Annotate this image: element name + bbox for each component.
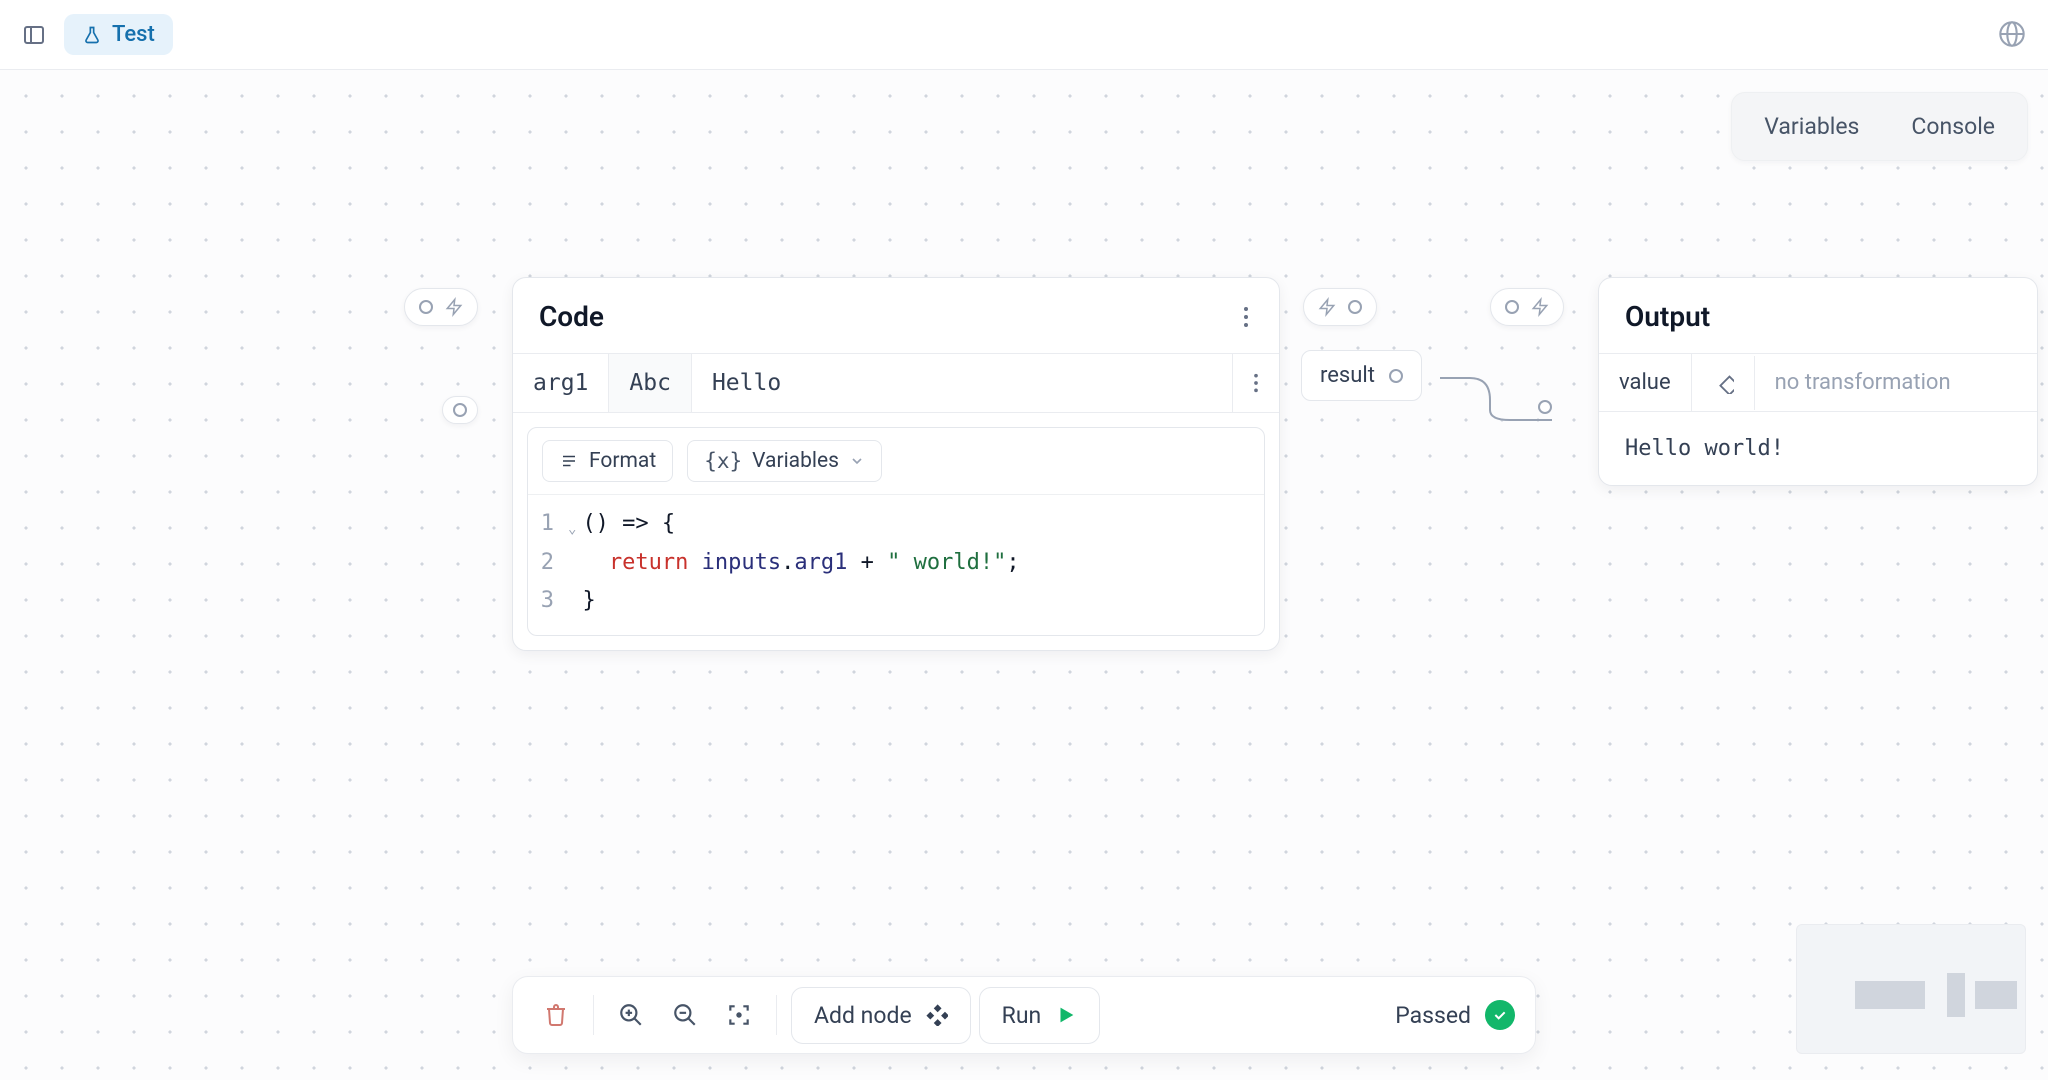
diamond-grid-icon: [926, 1004, 948, 1026]
braces-icon: {x}: [704, 449, 742, 473]
port-dot-icon: [453, 403, 467, 417]
code-token: arg1: [794, 544, 847, 583]
fold-caret-icon[interactable]: ⌄: [568, 517, 582, 542]
input-row-menu-button[interactable]: [1233, 372, 1279, 394]
bottom-toolbar: Add node Run Passed: [512, 976, 1536, 1054]
code-token: " world!": [887, 544, 1006, 583]
panel-left-icon: [22, 23, 46, 47]
connection-wire[interactable]: [1440, 370, 1570, 428]
variables-dropdown[interactable]: {x} Variables: [687, 440, 882, 482]
code-token: () => {: [582, 505, 675, 544]
line-number: 1: [528, 505, 568, 544]
output-node-trigger-port[interactable]: [1490, 288, 1564, 326]
port-dot-icon: [1389, 369, 1403, 383]
port-dot-icon: [1348, 300, 1362, 314]
output-node-header: Output: [1599, 278, 2037, 353]
code-input-row: arg1 Abc Hello: [513, 353, 1279, 413]
output-result-value: Hello world!: [1599, 411, 2037, 485]
play-icon: [1055, 1004, 1077, 1026]
chevron-down-icon: [849, 453, 865, 469]
kebab-icon: [1243, 305, 1249, 329]
line-number: 3: [528, 582, 568, 621]
port-dot-icon: [419, 300, 433, 314]
code-node-input-port[interactable]: [442, 396, 478, 424]
minimap-node: [1975, 981, 2017, 1009]
code-node-menu-button[interactable]: [1239, 301, 1253, 333]
zoom-out-icon: [672, 1002, 698, 1028]
tab-label: Test: [112, 22, 155, 47]
output-transform-field[interactable]: no transformation: [1755, 354, 2037, 411]
output-node[interactable]: Output value no transformation Hello wor…: [1598, 277, 2038, 486]
add-node-label: Add node: [814, 1002, 912, 1029]
tab-console[interactable]: Console: [1885, 99, 2021, 154]
fit-view-button[interactable]: [716, 992, 762, 1038]
input-value-field[interactable]: Hello: [692, 354, 1233, 412]
code-token: }: [582, 582, 595, 621]
zoom-out-button[interactable]: [662, 992, 708, 1038]
sidebar-toggle-button[interactable]: [20, 21, 48, 49]
code-node-trigger-port[interactable]: [404, 288, 478, 326]
status-label: Passed: [1395, 1002, 1471, 1029]
code-editor: Format {x} Variables 1 ⌄ () => { 2 retur…: [527, 427, 1265, 636]
zoom-in-icon: [618, 1002, 644, 1028]
globe-button[interactable]: [1998, 20, 2028, 50]
variables-label: Variables: [752, 449, 839, 473]
trash-icon: [544, 1002, 568, 1028]
delete-button[interactable]: [533, 992, 579, 1038]
port-dot-icon: [1505, 300, 1519, 314]
divider: [593, 995, 594, 1035]
divider: [776, 995, 777, 1035]
run-label: Run: [1002, 1002, 1042, 1029]
code-textarea[interactable]: 1 ⌄ () => { 2 return inputs . arg1 + " w…: [528, 495, 1264, 635]
code-token: .: [781, 544, 794, 583]
maximize-icon: [726, 1002, 752, 1028]
globe-icon: [1998, 20, 2026, 48]
code-token: ;: [1006, 544, 1019, 583]
code-token: return: [609, 544, 688, 583]
minimap[interactable]: [1796, 924, 2026, 1054]
check-icon: [1492, 1007, 1508, 1023]
code-node-title: Code: [539, 300, 604, 333]
top-bar: Test: [0, 0, 2048, 70]
tab-variables[interactable]: Variables: [1738, 99, 1885, 154]
bolt-icon: [1318, 297, 1336, 317]
line-number: 2: [528, 544, 568, 583]
minimap-node: [1947, 973, 1965, 1017]
result-output-port[interactable]: result: [1301, 350, 1422, 401]
tab-test[interactable]: Test: [64, 14, 173, 55]
output-transform-type[interactable]: [1692, 356, 1755, 410]
bolt-icon: [1531, 297, 1549, 317]
input-type-badge[interactable]: Abc: [609, 354, 692, 412]
run-button[interactable]: Run: [979, 987, 1101, 1044]
code-node[interactable]: Code arg1 Abc Hello Format {x} Variables: [512, 277, 1280, 651]
bolt-icon: [445, 297, 463, 317]
output-node-input-port[interactable]: [1538, 400, 1552, 414]
list-icon: [559, 452, 579, 470]
output-value-row: value no transformation: [1599, 353, 2037, 411]
status-check-badge: [1485, 1000, 1515, 1030]
output-node-title: Output: [1625, 300, 1710, 333]
diamond-icon: [1712, 372, 1734, 394]
minimap-node: [1855, 981, 1925, 1009]
view-switch: Variables Console: [1731, 92, 2028, 161]
code-node-header: Code: [513, 278, 1279, 353]
code-node-output-trigger-port[interactable]: [1303, 288, 1377, 326]
flask-icon: [82, 24, 102, 46]
code-token: +: [847, 544, 887, 583]
output-value-label[interactable]: value: [1599, 354, 1692, 411]
input-arg-name[interactable]: arg1: [513, 354, 609, 412]
result-label: result: [1320, 363, 1375, 388]
add-node-button[interactable]: Add node: [791, 987, 971, 1044]
zoom-in-button[interactable]: [608, 992, 654, 1038]
format-button[interactable]: Format: [542, 440, 673, 482]
code-token: inputs: [688, 544, 781, 583]
kebab-icon: [1253, 372, 1259, 394]
editor-toolbar: Format {x} Variables: [528, 428, 1264, 495]
run-status: Passed: [1395, 1000, 1515, 1030]
format-label: Format: [589, 449, 656, 473]
